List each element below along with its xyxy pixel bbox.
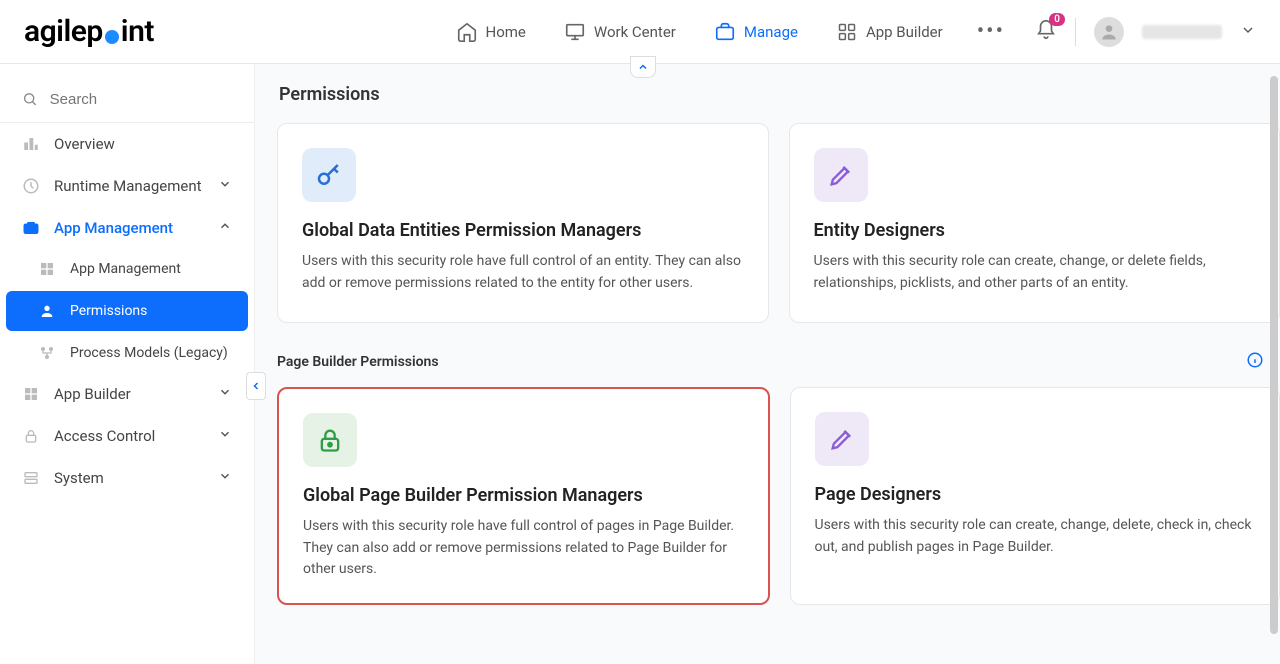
chevron-down-icon <box>218 469 232 487</box>
search-input[interactable] <box>50 91 232 108</box>
sidebar-item-label: App Management <box>54 219 173 237</box>
divider <box>1075 18 1076 46</box>
nav-home[interactable]: Home <box>452 13 530 51</box>
chevron-up-icon <box>637 61 649 73</box>
card-global-data-entities[interactable]: Global Data Entities Permission Managers… <box>277 123 769 323</box>
top-nav: Home Work Center Manage App Builder ••• <box>452 13 1006 51</box>
sidebar-item-label: Overview <box>54 135 115 153</box>
chevron-left-icon <box>250 380 262 392</box>
notifications-button[interactable]: 0 <box>1035 19 1057 45</box>
sidebar-sub-label: Process Models (Legacy) <box>70 345 228 361</box>
card-desc: Users with this security role have full … <box>303 516 744 581</box>
padlock-icon <box>303 413 357 467</box>
cards-row-1: Global Data Entities Permission Managers… <box>277 123 1280 323</box>
sidebar-item-label: Runtime Management <box>54 177 202 195</box>
card-title: Global Data Entities Permission Managers <box>302 220 744 241</box>
apps-icon <box>836 21 858 43</box>
sidebar-item-access-control[interactable]: Access Control <box>0 415 254 457</box>
card-global-page-builder[interactable]: Global Page Builder Permission Managers … <box>277 387 770 605</box>
card-entity-designers[interactable]: Entity Designers Users with this securit… <box>789 123 1280 323</box>
sidebar-search[interactable] <box>0 76 254 123</box>
nav-manage[interactable]: Manage <box>710 13 802 51</box>
card-desc: Users with this security role have full … <box>302 251 744 294</box>
sidebar-item-overview[interactable]: Overview <box>0 123 254 165</box>
key-icon <box>302 148 356 202</box>
design-icon <box>814 148 868 202</box>
logo-text-after: int <box>121 14 154 49</box>
grid-icon <box>22 385 40 403</box>
monitor-icon <box>564 21 586 43</box>
search-icon <box>22 90 38 108</box>
notification-badge: 0 <box>1049 13 1065 26</box>
card-desc: Users with this security role can create… <box>814 251 1256 294</box>
user-name <box>1142 25 1222 39</box>
chevron-down-icon <box>1240 22 1256 38</box>
sidebar-sub-label: Permissions <box>70 303 147 319</box>
user-icon <box>38 302 56 320</box>
avatar-icon <box>1099 22 1119 42</box>
topbar: agilep int Home Work Center Manage <box>0 0 1280 64</box>
nav-manage-label: Manage <box>744 23 798 41</box>
card-title: Page Designers <box>815 484 1256 505</box>
sidebar-collapse-button[interactable] <box>246 372 266 400</box>
nav-app-builder[interactable]: App Builder <box>832 13 947 51</box>
card-page-designers[interactable]: Page Designers Users with this security … <box>790 387 1280 605</box>
sidebar-sub-permissions[interactable]: Permissions <box>6 291 248 331</box>
section-header: Page Builder Permissions <box>277 351 1280 373</box>
chart-icon <box>22 135 40 153</box>
nav-work-center[interactable]: Work Center <box>560 13 680 51</box>
sidebar-item-app-builder[interactable]: App Builder <box>0 373 254 415</box>
sidebar-item-label: System <box>54 469 104 487</box>
home-icon <box>456 21 478 43</box>
briefcase-icon <box>22 219 40 237</box>
chevron-down-icon <box>218 427 232 445</box>
logo-dot-icon <box>105 30 119 44</box>
topbar-right: 0 <box>1035 17 1256 47</box>
sidebar-sub-app-management[interactable]: App Management <box>0 249 254 289</box>
clock-icon <box>22 177 40 195</box>
nav-more-icon[interactable]: ••• <box>977 19 1005 44</box>
sidebar: Overview Runtime Management App Manageme… <box>0 64 255 664</box>
info-icon[interactable] <box>1246 351 1264 373</box>
sidebar-sub-process-models[interactable]: Process Models (Legacy) <box>0 333 254 373</box>
sidebar-item-system[interactable]: System <box>0 457 254 499</box>
logo-text-before: agilep <box>24 14 103 49</box>
sidebar-item-app-management[interactable]: App Management <box>0 207 254 249</box>
main-content: Permissions Global Data Entities Permiss… <box>255 64 1280 664</box>
user-menu-chevron[interactable] <box>1240 22 1256 42</box>
server-icon <box>22 469 40 487</box>
flow-icon <box>38 344 56 362</box>
nav-app-builder-label: App Builder <box>866 23 943 41</box>
sidebar-item-label: App Builder <box>54 385 131 403</box>
card-title: Global Page Builder Permission Managers <box>303 485 744 506</box>
card-desc: Users with this security role can create… <box>815 515 1256 558</box>
chevron-down-icon <box>218 177 232 195</box>
lock-icon <box>22 427 40 445</box>
logo[interactable]: agilep int <box>24 14 154 49</box>
grid-icon <box>38 260 56 278</box>
card-title: Entity Designers <box>814 220 1256 241</box>
briefcase-icon <box>714 21 736 43</box>
sidebar-item-runtime-management[interactable]: Runtime Management <box>0 165 254 207</box>
nav-work-center-label: Work Center <box>594 23 676 41</box>
design-icon <box>815 412 869 466</box>
sidebar-sub-label: App Management <box>70 261 181 277</box>
nav-home-label: Home <box>486 23 526 41</box>
scroll-up-button[interactable] <box>630 56 656 78</box>
avatar[interactable] <box>1094 17 1124 47</box>
chevron-up-icon <box>218 219 232 237</box>
section-title: Page Builder Permissions <box>277 354 439 370</box>
scrollbar[interactable] <box>1270 76 1278 634</box>
page-title: Permissions <box>277 84 1280 105</box>
cards-row-2: Global Page Builder Permission Managers … <box>277 387 1280 605</box>
sidebar-item-label: Access Control <box>54 427 155 445</box>
chevron-down-icon <box>218 385 232 403</box>
